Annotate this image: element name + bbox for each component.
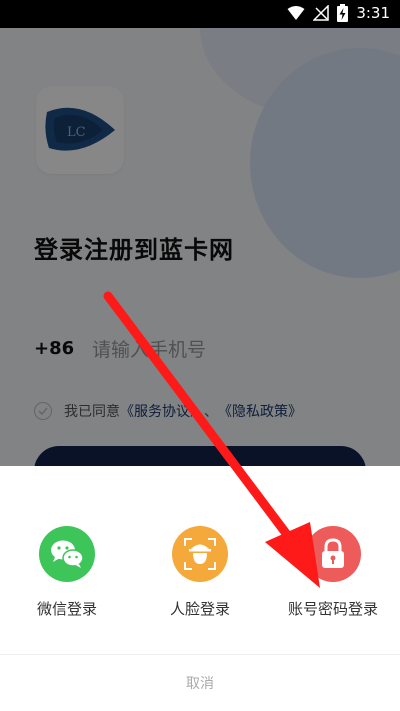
cancel-button[interactable]: 取消 <box>0 655 400 711</box>
face-login-label: 人脸登录 <box>169 600 230 618</box>
password-login-button[interactable] <box>305 526 361 582</box>
status-bar: 3:31 <box>0 0 400 28</box>
battery-charging-icon <box>337 4 349 22</box>
wechat-login-label: 微信登录 <box>36 600 97 618</box>
face-login-button[interactable] <box>172 526 228 582</box>
status-time: 3:31 <box>356 4 390 22</box>
lock-icon <box>322 538 344 568</box>
no-signal-icon <box>313 5 330 21</box>
wechat-login-button[interactable] <box>39 526 95 582</box>
password-login-label: 账号密码登录 <box>287 600 378 618</box>
password-login-option[interactable]: 账号密码登录 <box>268 526 398 619</box>
wechat-login-option[interactable]: 微信登录 <box>2 526 132 619</box>
wechat-icon <box>51 540 84 568</box>
status-icons: 3:31 <box>287 4 390 22</box>
face-login-option[interactable]: 人脸登录 <box>135 526 265 619</box>
wifi-icon <box>287 6 305 20</box>
login-options-sheet: 微信登录 人脸登录 账号密码登录 取消 <box>0 466 400 711</box>
face-icon <box>184 538 216 570</box>
